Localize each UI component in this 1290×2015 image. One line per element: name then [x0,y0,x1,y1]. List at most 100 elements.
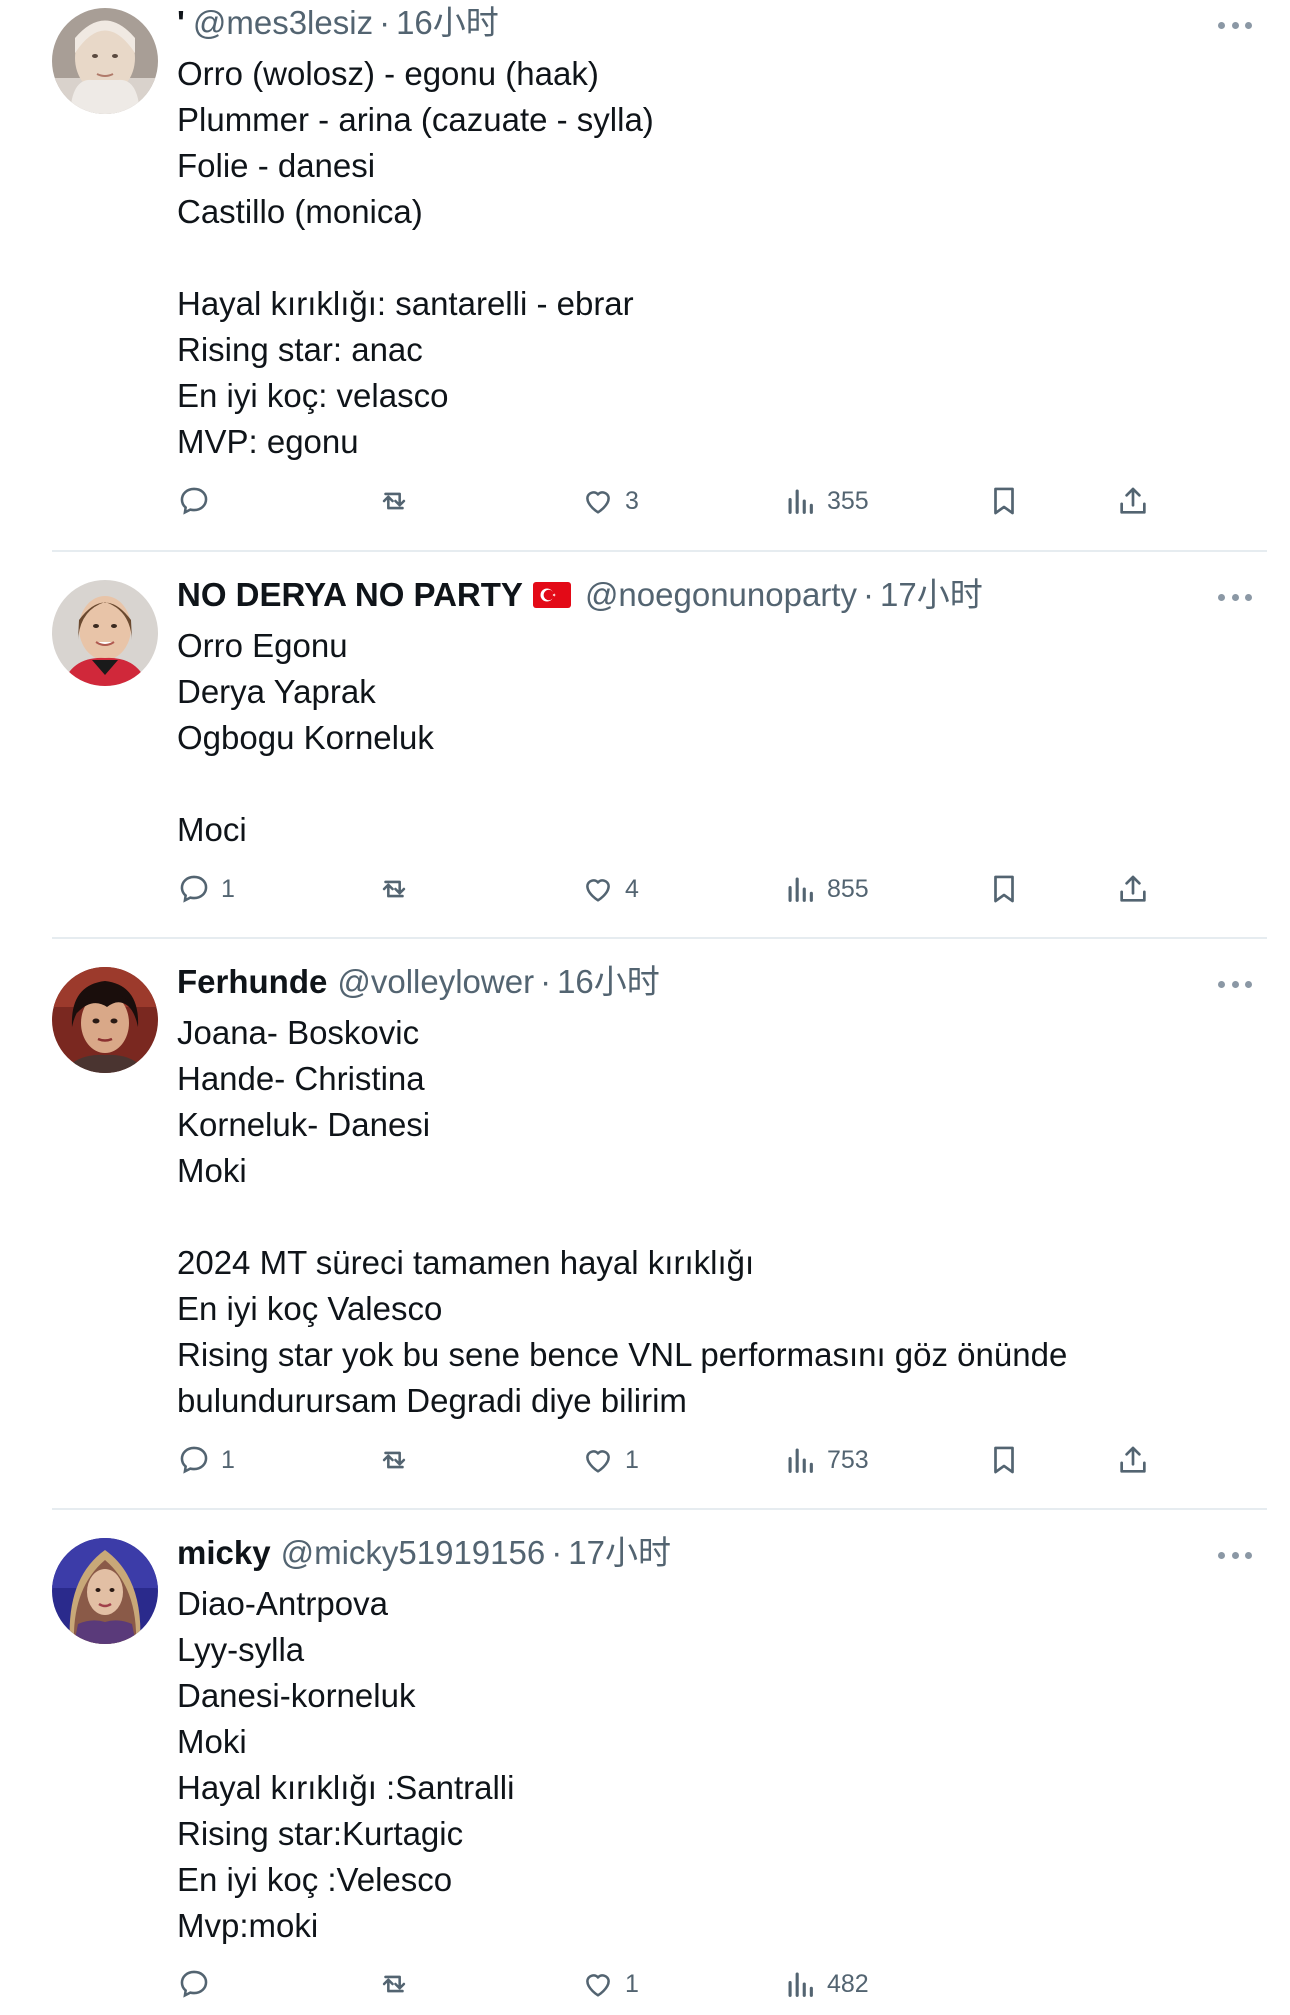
reply-icon [177,1967,211,2001]
user-handle[interactable]: @noegonunoparty [585,573,857,617]
heart-icon [581,1967,615,2001]
post-line: Orro Egonu [177,627,348,664]
bookmark-button[interactable] [987,1440,1021,1480]
post-text: Joana- Boskovic Hande- Christina Kornelu… [177,1010,1067,1424]
post-header: NO DERYA NO PARTY @noegonunoparty · 17小时 [177,573,983,617]
display-name[interactable]: Ferhunde [177,960,327,1004]
post-line: Diao-Antrpova [177,1585,388,1622]
reply-icon [177,484,211,518]
views-icon [783,1443,817,1477]
like-count: 4 [625,874,639,903]
post-line [177,761,434,807]
avatar[interactable] [52,8,158,114]
action-bar: 1 4 855 [177,869,1177,909]
reply-count: 1 [221,874,235,903]
post-line: Joana- Boskovic [177,1014,420,1051]
share-button[interactable] [1116,1440,1150,1480]
views-button[interactable]: 355 [783,481,869,521]
repost-icon [377,1443,411,1477]
repost-button[interactable] [377,869,421,909]
post-line: En iyi koç :Velesco [177,1861,453,1898]
post-line: Orro (wolosz) - egonu (haak) [177,55,599,92]
views-icon [783,1967,817,2001]
post-line: En iyi koç: velasco [177,377,449,414]
post-time[interactable]: 16小时 [557,960,660,1004]
like-count: 1 [625,1969,639,1998]
action-bar: 1 1 753 [177,1440,1177,1480]
repost-icon [377,872,411,906]
bookmark-icon [987,484,1021,518]
view-count: 855 [827,874,869,903]
like-button[interactable]: 1 [581,1964,639,2004]
avatar[interactable] [52,1538,158,1644]
post-line: Danesi-korneluk [177,1677,416,1714]
views-icon [783,872,817,906]
like-button[interactable]: 1 [581,1440,639,1480]
reply-icon [177,1443,211,1477]
post-line: Hayal kırıklığı: santarelli - ebrar [177,285,634,322]
avatar[interactable] [52,967,158,1073]
views-button[interactable]: 753 [783,1440,869,1480]
repost-button[interactable] [377,1964,421,2004]
repost-icon [377,1967,411,2001]
view-count: 482 [827,1969,869,1998]
like-button[interactable]: 4 [581,869,639,909]
more-icon[interactable] [1218,1550,1252,1560]
share-button[interactable] [1116,869,1150,909]
share-button[interactable] [1116,481,1150,521]
post-line: Rising star yok bu sene bence VNL perfor… [177,1336,1068,1373]
user-handle[interactable]: @mes3lesiz [193,1,373,45]
post-text: Orro (wolosz) - egonu (haak) Plummer - a… [177,51,654,465]
post-line: Rising star: anac [177,331,423,368]
post-line: Castillo (monica) [177,193,423,230]
avatar-image [52,967,158,1073]
post-line: Hayal kırıklığı :Santralli [177,1769,515,1806]
action-bar: 3 355 [177,481,1177,521]
views-button[interactable]: 855 [783,869,869,909]
views-button[interactable]: 482 [783,1964,869,2004]
display-name[interactable]: NO DERYA NO PARTY [177,573,523,617]
share-icon [1116,484,1150,518]
post-time[interactable]: 16小时 [396,1,499,45]
like-button[interactable]: 3 [581,481,639,521]
post-line: Derya Yaprak [177,673,376,710]
heart-icon [581,872,615,906]
post-divider [52,1508,1267,1510]
user-handle[interactable]: @micky51919156 [281,1531,546,1575]
reply-button[interactable] [177,481,221,521]
display-name[interactable]: micky [177,1531,271,1575]
share-icon [1116,872,1150,906]
separator-dot: · [551,1534,563,1571]
post-line: 2024 MT süreci tamamen hayal kırıklığı [177,1244,755,1281]
reply-button[interactable]: 1 [177,1440,235,1480]
post-line: Ogbogu Korneluk [177,719,434,756]
bookmark-icon [987,872,1021,906]
post-line: MVP: egonu [177,423,359,460]
post-line: Folie - danesi [177,147,376,184]
bookmark-icon [987,1443,1021,1477]
more-icon[interactable] [1218,979,1252,989]
post-time[interactable]: 17小时 [568,1531,671,1575]
post-time[interactable]: 17小时 [880,573,983,617]
bookmark-button[interactable] [987,481,1021,521]
view-count: 753 [827,1445,869,1474]
more-icon[interactable] [1218,20,1252,30]
post-line: Moki [177,1152,247,1189]
post-line: Moci [177,811,247,848]
reply-button[interactable]: 1 [177,869,235,909]
user-handle[interactable]: @volleylower [337,960,534,1004]
bookmark-button[interactable] [987,869,1021,909]
post-divider [52,550,1267,552]
repost-button[interactable] [377,1440,421,1480]
post-line: Mvp:moki [177,1907,319,1944]
avatar[interactable] [52,580,158,686]
avatar-image [52,580,158,686]
post-line [177,1194,1067,1240]
reply-count: 1 [221,1445,235,1474]
post-line: Korneluk- Danesi [177,1106,431,1143]
post-line: bulundurursam Degradi diye bilirim [177,1382,687,1419]
repost-button[interactable] [377,481,421,521]
reply-button[interactable] [177,1964,221,2004]
more-icon[interactable] [1218,592,1252,602]
post-divider [52,937,1267,939]
